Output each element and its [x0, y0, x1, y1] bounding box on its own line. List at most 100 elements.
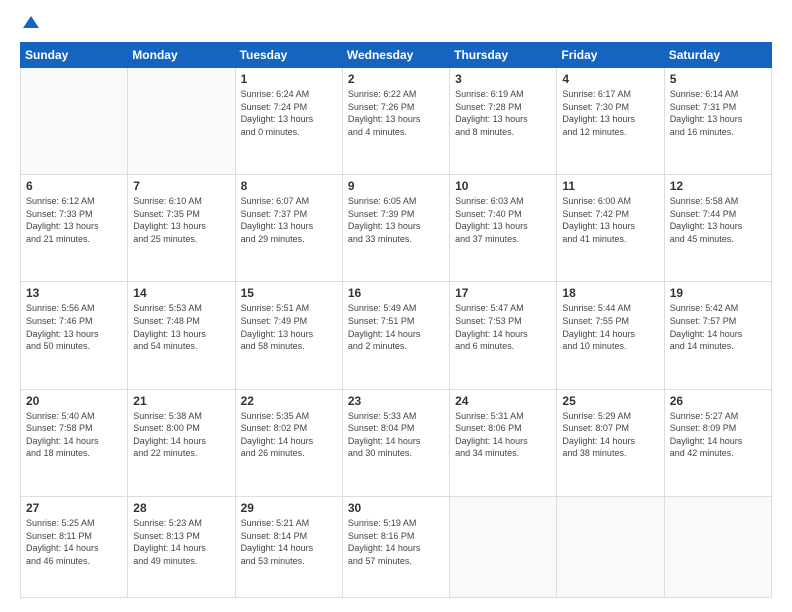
day-number: 22: [241, 394, 337, 408]
day-info: Sunrise: 6:14 AM Sunset: 7:31 PM Dayligh…: [670, 88, 766, 138]
calendar-cell: 9 Sunrise: 6:05 AM Sunset: 7:39 PM Daylig…: [342, 175, 449, 282]
day-number: 5: [670, 72, 766, 86]
day-info: Sunrise: 5:21 AM Sunset: 8:14 PM Dayligh…: [241, 517, 337, 567]
calendar-cell: [21, 68, 128, 175]
logo: [20, 18, 40, 32]
calendar-cell: 17 Sunrise: 5:47 AM Sunset: 7:53 PM Dayli…: [450, 282, 557, 389]
day-info: Sunrise: 6:17 AM Sunset: 7:30 PM Dayligh…: [562, 88, 658, 138]
calendar-week-row: 27 Sunrise: 5:25 AM Sunset: 8:11 PM Dayli…: [21, 496, 772, 597]
day-header: Thursday: [450, 43, 557, 68]
calendar-cell: [450, 496, 557, 597]
calendar-week-row: 1Sunrise: 6:24 AM Sunset: 7:24 PM Daylig…: [21, 68, 772, 175]
day-number: 9: [348, 179, 444, 193]
calendar-cell: 14 Sunrise: 5:53 AM Sunset: 7:48 PM Dayli…: [128, 282, 235, 389]
day-number: 2: [348, 72, 444, 86]
day-info: Sunrise: 5:25 AM Sunset: 8:11 PM Dayligh…: [26, 517, 122, 567]
day-number: 30: [348, 501, 444, 515]
day-number: 17: [455, 286, 551, 300]
day-number: 6: [26, 179, 122, 193]
day-info: Sunrise: 5:51 AM Sunset: 7:49 PM Dayligh…: [241, 302, 337, 352]
page: SundayMondayTuesdayWednesdayThursdayFrid…: [0, 0, 792, 612]
calendar-cell: 16 Sunrise: 5:49 AM Sunset: 7:51 PM Dayli…: [342, 282, 449, 389]
day-header: Saturday: [664, 43, 771, 68]
day-info: Sunrise: 6:22 AM Sunset: 7:26 PM Dayligh…: [348, 88, 444, 138]
day-info: Sunrise: 6:24 AM Sunset: 7:24 PM Dayligh…: [241, 88, 337, 138]
day-header: Wednesday: [342, 43, 449, 68]
day-info: Sunrise: 6:07 AM Sunset: 7:37 PM Dayligh…: [241, 195, 337, 245]
calendar-cell: 18 Sunrise: 5:44 AM Sunset: 7:55 PM Dayli…: [557, 282, 664, 389]
calendar-cell: 28Sunrise: 5:23 AM Sunset: 8:13 PM Dayli…: [128, 496, 235, 597]
calendar-cell: 10Sunrise: 6:03 AM Sunset: 7:40 PM Dayli…: [450, 175, 557, 282]
calendar-cell: [128, 68, 235, 175]
calendar-cell: 1Sunrise: 6:24 AM Sunset: 7:24 PM Daylig…: [235, 68, 342, 175]
day-number: 7: [133, 179, 229, 193]
day-info: Sunrise: 5:44 AM Sunset: 7:55 PM Dayligh…: [562, 302, 658, 352]
day-number: 3: [455, 72, 551, 86]
calendar-cell: [557, 496, 664, 597]
day-info: Sunrise: 5:29 AM Sunset: 8:07 PM Dayligh…: [562, 410, 658, 460]
day-header: Friday: [557, 43, 664, 68]
header: [20, 18, 772, 32]
calendar-week-row: 20 Sunrise: 5:40 AM Sunset: 7:58 PM Dayli…: [21, 389, 772, 496]
calendar-cell: 3 Sunrise: 6:19 AM Sunset: 7:28 PM Daylig…: [450, 68, 557, 175]
day-number: 26: [670, 394, 766, 408]
day-info: Sunrise: 5:31 AM Sunset: 8:06 PM Dayligh…: [455, 410, 551, 460]
day-number: 14: [133, 286, 229, 300]
calendar-cell: [664, 496, 771, 597]
day-info: Sunrise: 6:19 AM Sunset: 7:28 PM Dayligh…: [455, 88, 551, 138]
day-info: Sunrise: 5:47 AM Sunset: 7:53 PM Dayligh…: [455, 302, 551, 352]
day-info: Sunrise: 5:38 AM Sunset: 8:00 PM Dayligh…: [133, 410, 229, 460]
calendar-cell: 12 Sunrise: 5:58 AM Sunset: 7:44 PM Dayli…: [664, 175, 771, 282]
calendar-table: SundayMondayTuesdayWednesdayThursdayFrid…: [20, 42, 772, 598]
day-number: 20: [26, 394, 122, 408]
calendar-cell: 8 Sunrise: 6:07 AM Sunset: 7:37 PM Daylig…: [235, 175, 342, 282]
day-info: Sunrise: 5:23 AM Sunset: 8:13 PM Dayligh…: [133, 517, 229, 567]
calendar-cell: 13Sunrise: 5:56 AM Sunset: 7:46 PM Dayli…: [21, 282, 128, 389]
calendar-week-row: 13Sunrise: 5:56 AM Sunset: 7:46 PM Dayli…: [21, 282, 772, 389]
logo-icon: [22, 14, 40, 32]
day-number: 19: [670, 286, 766, 300]
day-info: Sunrise: 5:19 AM Sunset: 8:16 PM Dayligh…: [348, 517, 444, 567]
day-header: Sunday: [21, 43, 128, 68]
calendar-cell: 11Sunrise: 6:00 AM Sunset: 7:42 PM Dayli…: [557, 175, 664, 282]
day-info: Sunrise: 5:27 AM Sunset: 8:09 PM Dayligh…: [670, 410, 766, 460]
day-info: Sunrise: 5:53 AM Sunset: 7:48 PM Dayligh…: [133, 302, 229, 352]
calendar-cell: 20 Sunrise: 5:40 AM Sunset: 7:58 PM Dayli…: [21, 389, 128, 496]
day-number: 16: [348, 286, 444, 300]
day-number: 24: [455, 394, 551, 408]
day-info: Sunrise: 5:56 AM Sunset: 7:46 PM Dayligh…: [26, 302, 122, 352]
day-number: 11: [562, 179, 658, 193]
calendar-cell: 7 Sunrise: 6:10 AM Sunset: 7:35 PM Daylig…: [128, 175, 235, 282]
day-info: Sunrise: 6:10 AM Sunset: 7:35 PM Dayligh…: [133, 195, 229, 245]
calendar-cell: 19Sunrise: 5:42 AM Sunset: 7:57 PM Dayli…: [664, 282, 771, 389]
calendar-cell: 30 Sunrise: 5:19 AM Sunset: 8:16 PM Dayli…: [342, 496, 449, 597]
day-info: Sunrise: 5:33 AM Sunset: 8:04 PM Dayligh…: [348, 410, 444, 460]
day-info: Sunrise: 6:12 AM Sunset: 7:33 PM Dayligh…: [26, 195, 122, 245]
day-number: 29: [241, 501, 337, 515]
calendar-cell: 15 Sunrise: 5:51 AM Sunset: 7:49 PM Dayli…: [235, 282, 342, 389]
calendar-cell: 6 Sunrise: 6:12 AM Sunset: 7:33 PM Daylig…: [21, 175, 128, 282]
calendar-cell: 4 Sunrise: 6:17 AM Sunset: 7:30 PM Daylig…: [557, 68, 664, 175]
day-info: Sunrise: 6:05 AM Sunset: 7:39 PM Dayligh…: [348, 195, 444, 245]
day-number: 23: [348, 394, 444, 408]
calendar-header-row: SundayMondayTuesdayWednesdayThursdayFrid…: [21, 43, 772, 68]
calendar-cell: 24 Sunrise: 5:31 AM Sunset: 8:06 PM Dayli…: [450, 389, 557, 496]
day-info: Sunrise: 5:49 AM Sunset: 7:51 PM Dayligh…: [348, 302, 444, 352]
day-number: 12: [670, 179, 766, 193]
calendar-cell: 29 Sunrise: 5:21 AM Sunset: 8:14 PM Dayli…: [235, 496, 342, 597]
day-number: 4: [562, 72, 658, 86]
day-number: 8: [241, 179, 337, 193]
calendar-cell: 25Sunrise: 5:29 AM Sunset: 8:07 PM Dayli…: [557, 389, 664, 496]
day-header: Tuesday: [235, 43, 342, 68]
day-number: 15: [241, 286, 337, 300]
calendar-cell: 22Sunrise: 5:35 AM Sunset: 8:02 PM Dayli…: [235, 389, 342, 496]
calendar-cell: 27 Sunrise: 5:25 AM Sunset: 8:11 PM Dayli…: [21, 496, 128, 597]
day-number: 10: [455, 179, 551, 193]
day-number: 18: [562, 286, 658, 300]
day-number: 27: [26, 501, 122, 515]
calendar-cell: 21Sunrise: 5:38 AM Sunset: 8:00 PM Dayli…: [128, 389, 235, 496]
day-info: Sunrise: 5:40 AM Sunset: 7:58 PM Dayligh…: [26, 410, 122, 460]
day-header: Monday: [128, 43, 235, 68]
day-info: Sunrise: 5:58 AM Sunset: 7:44 PM Dayligh…: [670, 195, 766, 245]
calendar-week-row: 6 Sunrise: 6:12 AM Sunset: 7:33 PM Daylig…: [21, 175, 772, 282]
